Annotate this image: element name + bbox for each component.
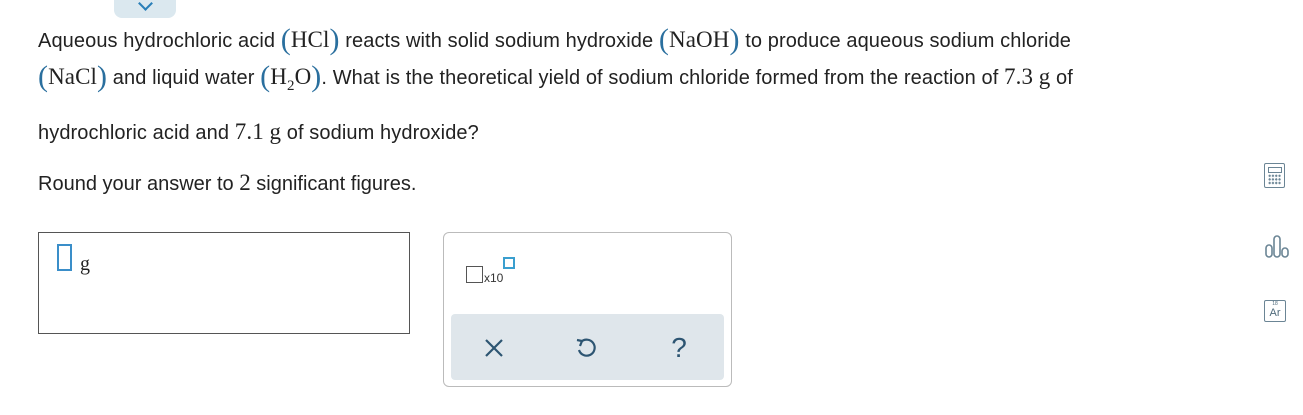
answer-area: g — [38, 232, 410, 334]
sig-fig-count: 2 — [239, 170, 251, 195]
scientific-notation-button[interactable]: x10 — [466, 257, 522, 289]
question-text-fragment: of sodium hydroxide? — [281, 122, 479, 144]
question-text-fragment: Aqueous hydrochloric acid — [38, 30, 281, 52]
mass-naoh: 7.1 — [234, 119, 264, 144]
exponent-box-icon — [503, 257, 515, 269]
math-tool-panel: x10 ? — [443, 232, 732, 387]
collapse-tab[interactable] — [114, 0, 176, 18]
formula-hcl: HCl — [290, 27, 330, 52]
question-text-fragment: of — [1050, 67, 1073, 89]
unit-grams: g — [269, 119, 282, 144]
question-line-1: Aqueous hydrochloric acid (HCl) reacts w… — [38, 23, 1072, 56]
question-text-fragment: reacts with solid sodium hydroxide — [339, 30, 659, 52]
help-button[interactable]: ? — [662, 331, 696, 365]
question-text-fragment: hydrochloric acid and — [38, 122, 235, 144]
clear-button[interactable] — [477, 331, 511, 365]
periodic-table-icon: 18 Ar — [1264, 300, 1286, 322]
answer-input[interactable] — [57, 244, 72, 271]
question-text: Aqueous hydrochloric acid (HCl) reacts w… — [38, 22, 1278, 151]
action-bar: ? — [451, 314, 724, 380]
question-text-fragment: and liquid water — [107, 67, 261, 89]
undo-button[interactable] — [569, 331, 603, 365]
unit-grams: g — [1038, 64, 1051, 89]
mantissa-box-icon — [466, 266, 483, 283]
bar-chart-icon — [1265, 235, 1289, 258]
formula-naoh: NaOH — [668, 27, 730, 52]
question-line-3: hydrochloric acid and 7.1 g of sodium hy… — [38, 114, 1278, 151]
question-line-2: (NaCl) and liquid water (H2O). What is t… — [38, 60, 1073, 94]
formula-nacl: NaCl — [48, 64, 98, 89]
answer-unit-label: g — [80, 253, 90, 275]
periodic-table-button[interactable]: 18 Ar — [1264, 300, 1288, 326]
question-text-fragment: . What is the theoretical yield of sodiu… — [321, 67, 1005, 89]
x10-label: x10 — [484, 271, 504, 285]
rounding-instruction: Round your answer to 2 significant figur… — [38, 170, 417, 195]
question-page: Aqueous hydrochloric acid (HCl) reacts w… — [0, 0, 1303, 415]
chevron-down-icon — [138, 0, 153, 11]
question-text-fragment: to produce aqueous sodium chloride — [739, 30, 1072, 52]
calculator-button[interactable] — [1264, 163, 1288, 189]
data-chart-button[interactable] — [1264, 233, 1289, 259]
undo-icon — [576, 338, 596, 357]
close-icon — [485, 339, 503, 357]
mass-hcl: 7.3 — [1004, 64, 1034, 89]
calculator-icon — [1264, 163, 1285, 188]
formula-h2o: H2O — [270, 64, 312, 94]
